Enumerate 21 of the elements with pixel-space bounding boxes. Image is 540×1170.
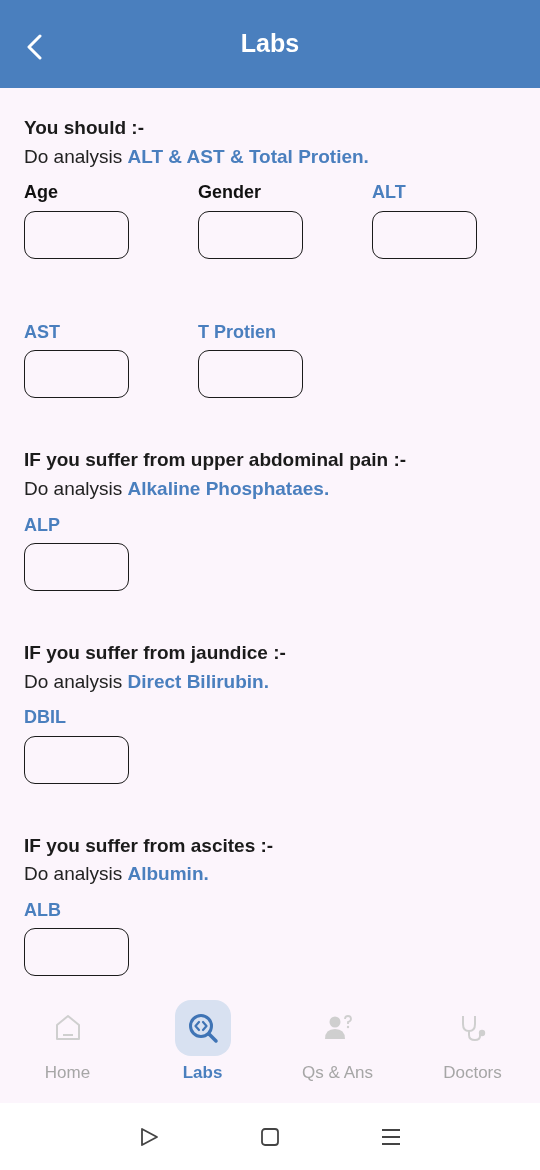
field-label: T Protien [198, 320, 276, 344]
field-label: ALT [372, 181, 406, 205]
nav-tab[interactable]: Labs [135, 990, 270, 1103]
field-label: ALB [24, 899, 61, 923]
field-label: ALP [24, 513, 60, 537]
instruction-text: Do analysis Direct Bilirubin. [24, 669, 270, 694]
nav-tab[interactable]: Home [0, 990, 135, 1103]
section-heading: You should :- [24, 116, 145, 140]
screen-title: Labs [240, 28, 300, 60]
section-heading: IF you suffer from ascites :- [24, 833, 275, 858]
instruction-text: Do analysis ALT & AST & Total Protien. [24, 144, 370, 169]
field-label: AST [24, 320, 60, 344]
section-heading: IF you suffer from jaundice :- [24, 640, 287, 665]
field-label: Age [24, 181, 58, 205]
field-label: Gender [198, 181, 262, 205]
field-label: DBIL [24, 706, 66, 730]
instruction-text: Do analysis Alkaline Phosphataes. [24, 476, 331, 501]
section-heading: IF you suffer from upper abdominal pain :- [24, 448, 408, 473]
nav-tab[interactable]: Doctors [405, 990, 540, 1103]
instruction-text: Do analysis Albumin. [24, 862, 210, 887]
nav-tab[interactable]: Qs & Ans [270, 990, 405, 1103]
